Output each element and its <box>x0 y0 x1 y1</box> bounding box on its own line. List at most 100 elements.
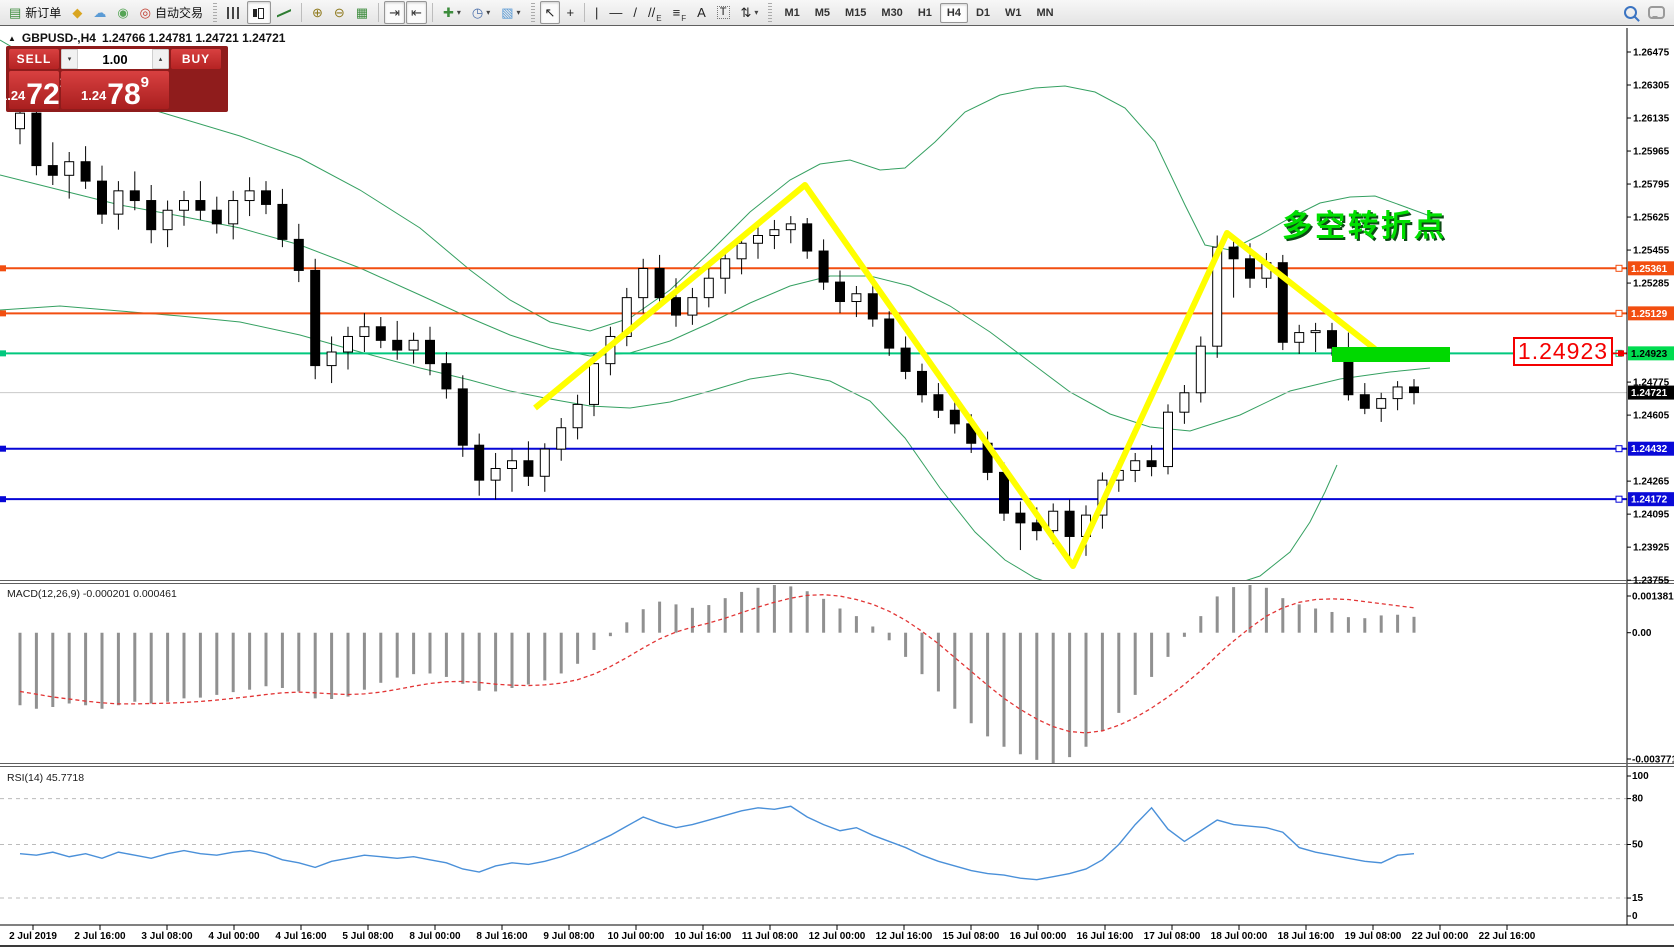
templates-button[interactable]: ▧▾ <box>496 1 525 24</box>
candlesticks <box>16 94 1419 566</box>
volume-input[interactable] <box>78 49 152 69</box>
svg-text:1.24265: 1.24265 <box>1633 477 1670 488</box>
sell-price-main: 72 <box>26 83 59 107</box>
svg-text:1.25455: 1.25455 <box>1633 246 1670 257</box>
one-click-collapse-icon[interactable]: ▲ <box>8 34 16 43</box>
new-order-button-label: 新订单 <box>25 4 61 21</box>
timeframe-d1[interactable]: D1 <box>969 3 997 23</box>
bar-chart-button[interactable] <box>222 1 246 24</box>
svg-text:1.23755: 1.23755 <box>1633 576 1670 587</box>
price-panel <box>0 40 1627 591</box>
chart-canvas[interactable]: MACD(12,26,9) -0.000201 0.000461RSI(14) … <box>0 0 1674 947</box>
chevron-down-icon: ▾ <box>486 8 490 17</box>
volume-up-icon[interactable]: ▴ <box>152 49 169 69</box>
timeframe-mn[interactable]: MN <box>1030 3 1061 23</box>
icon-subscript: F <box>681 14 686 23</box>
toolbar-separator <box>432 3 433 22</box>
equidistant-channel-button[interactable]: //E <box>643 1 667 24</box>
auto-scroll-icon: ⇥ <box>389 6 400 19</box>
autotrading-button[interactable]: ◎自动交易 <box>135 1 208 24</box>
horizontal-line-button[interactable]: — <box>604 1 627 24</box>
timeframe-m5[interactable]: M5 <box>808 3 837 23</box>
volume-down-icon[interactable]: ▾ <box>61 49 78 69</box>
text-label-icon: T <box>717 6 730 19</box>
buy-price-main: 78 <box>107 83 140 107</box>
zoom-out-button[interactable]: ⊖ <box>329 1 350 24</box>
svg-text:MACD(12,26,9) -0.000201 0.0004: MACD(12,26,9) -0.000201 0.000461 <box>7 588 177 600</box>
sell-button[interactable]: SELL <box>9 49 59 69</box>
toolbar-separator <box>378 3 379 22</box>
svg-text:1.26475: 1.26475 <box>1633 48 1670 59</box>
chat-button[interactable] <box>1643 1 1670 24</box>
crosshair-button[interactable]: + <box>561 1 579 24</box>
periods-button[interactable]: ◷▾ <box>467 1 495 24</box>
zoom-in-button[interactable]: ⊕ <box>307 1 328 24</box>
buy-button[interactable]: BUY <box>171 49 221 69</box>
line-chart-button[interactable] <box>272 1 296 24</box>
new-order-icon: ▤ <box>9 6 21 19</box>
market-button[interactable]: ☁ <box>88 1 111 24</box>
trendline-button[interactable]: / <box>628 1 642 24</box>
tile-windows-button[interactable]: ▦ <box>351 1 373 24</box>
sell-price[interactable]: 1.24 72 1 <box>9 71 59 109</box>
new-order-button[interactable]: ▤ 新订单 <box>4 1 66 24</box>
vertical-line-icon: | <box>595 6 598 19</box>
svg-text:15: 15 <box>1632 893 1644 904</box>
fibonacci-button[interactable]: ≡F <box>668 1 691 24</box>
svg-text:1.25285: 1.25285 <box>1633 279 1670 290</box>
svg-text:0: 0 <box>1632 911 1638 922</box>
svg-text:1.25625: 1.25625 <box>1633 213 1670 224</box>
price-axis[interactable]: 1.264751.263051.261351.259651.257951.256… <box>0 28 1674 947</box>
auto-scroll-button[interactable]: ⇥ <box>384 1 405 24</box>
svg-text:0.001381: 0.001381 <box>1632 592 1674 603</box>
bar-chart-icon <box>227 7 241 19</box>
market-icon: ☁ <box>93 6 106 19</box>
text-button[interactable]: A <box>692 1 711 24</box>
text-icon: A <box>697 6 706 19</box>
signals-button[interactable]: ◉ <box>112 1 133 24</box>
svg-text:1.24923: 1.24923 <box>1631 349 1668 360</box>
svg-text:1.24721: 1.24721 <box>1631 388 1668 399</box>
timeframe-w1[interactable]: W1 <box>998 3 1029 23</box>
metaeditor-icon: ◆ <box>72 6 82 19</box>
candle-chart-button[interactable] <box>247 1 271 24</box>
price-callout-box[interactable]: 1.24923 <box>1513 337 1613 366</box>
timeframe-h1[interactable]: H1 <box>911 3 939 23</box>
timeframe-m15[interactable]: M15 <box>838 3 873 23</box>
timeframe-m1[interactable]: M1 <box>777 3 806 23</box>
svg-text:18 Jul 00:00: 18 Jul 00:00 <box>1211 931 1268 942</box>
time-axis[interactable]: 2 Jul 20192 Jul 16:003 Jul 08:004 Jul 00… <box>9 925 1536 942</box>
toolbar-separator <box>584 3 585 22</box>
vertical-line-button[interactable]: | <box>590 1 603 24</box>
zoom-in-icon: ⊕ <box>312 6 323 19</box>
crosshair-icon: + <box>566 6 574 19</box>
arrows-button[interactable]: ⇅▾ <box>736 1 764 24</box>
svg-text:10 Jul 00:00: 10 Jul 00:00 <box>608 931 665 942</box>
templates-icon: ▧ <box>501 6 513 19</box>
metaeditor-button[interactable]: ◆ <box>67 1 87 24</box>
search-button[interactable] <box>1619 1 1642 24</box>
symbol-name: GBPUSD-,H4 <box>22 31 96 45</box>
svg-text:8 Jul 16:00: 8 Jul 16:00 <box>476 931 528 942</box>
svg-text:18 Jul 16:00: 18 Jul 16:00 <box>1278 931 1335 942</box>
svg-text:0.00: 0.00 <box>1632 628 1652 639</box>
indicators-button[interactable]: ✚▾ <box>438 1 466 24</box>
support-highlight-rect[interactable] <box>1332 347 1450 362</box>
text-label-button[interactable]: T <box>712 1 735 24</box>
svg-text:11 Jul 08:00: 11 Jul 08:00 <box>742 931 799 942</box>
cursor-button[interactable]: ↖ <box>540 1 561 24</box>
chart-shift-button[interactable]: ⇤ <box>406 1 427 24</box>
svg-text:1.25795: 1.25795 <box>1633 180 1670 191</box>
svg-text:1.23925: 1.23925 <box>1633 543 1670 554</box>
zigzag-trendlines[interactable] <box>535 185 1375 566</box>
buy-price[interactable]: 1.24 78 9 <box>61 71 169 109</box>
svg-text:12 Jul 00:00: 12 Jul 00:00 <box>809 931 866 942</box>
svg-text:1.25129: 1.25129 <box>1631 309 1668 320</box>
svg-text:80: 80 <box>1632 794 1644 805</box>
buy-price-pip: 9 <box>141 74 149 91</box>
timeframe-m30[interactable]: M30 <box>874 3 909 23</box>
timeframe-h4[interactable]: H4 <box>940 3 968 23</box>
icon-subscript: E <box>656 14 661 23</box>
volume-stepper: ▾ ▴ <box>61 49 169 69</box>
horizontal-lines[interactable] <box>0 265 1627 502</box>
